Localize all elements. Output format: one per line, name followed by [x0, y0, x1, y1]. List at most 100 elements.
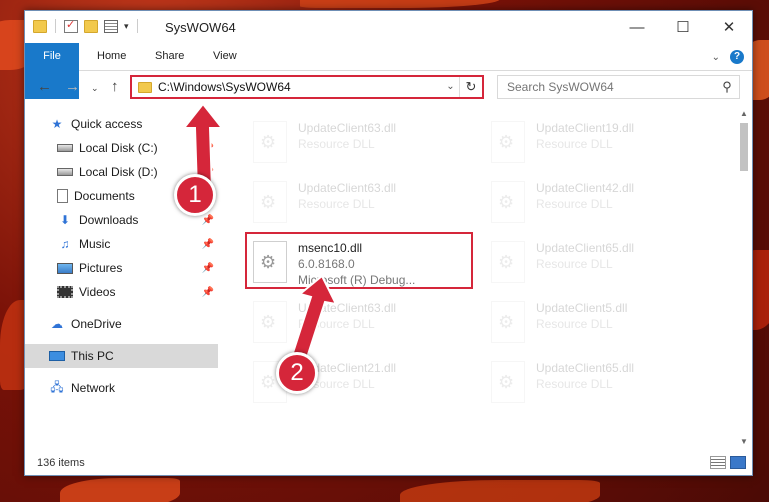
folder-icon	[138, 81, 152, 93]
sidebar-item-this-pc[interactable]: This PC	[25, 344, 218, 368]
file-description: Resource DLL	[536, 137, 613, 151]
dll-file-icon	[491, 181, 525, 223]
item-count: 136 items	[37, 457, 85, 469]
scroll-up-icon[interactable]: ▲	[738, 109, 750, 123]
minimize-button[interactable]: —	[614, 11, 660, 43]
file-item[interactable]: UpdateClient5.dll Resource DLL	[487, 293, 717, 349]
sidebar-item-label: Documents	[74, 189, 135, 203]
file-description: Resource DLL	[298, 317, 375, 331]
file-description: Resource DLL	[298, 137, 375, 151]
refresh-icon[interactable]: ↻	[460, 79, 482, 95]
sidebar-item-music[interactable]: ♫ Music 📌	[25, 232, 218, 256]
file-item[interactable]: UpdateClient63.dll Resource DLL	[249, 113, 479, 169]
dll-file-icon	[491, 121, 525, 163]
sidebar-item-videos[interactable]: Videos 📌	[25, 280, 218, 304]
sidebar-item-onedrive[interactable]: ☁ OneDrive	[25, 312, 218, 336]
star-icon: ★	[51, 117, 63, 131]
vertical-scrollbar[interactable]: ▲ ▼	[738, 109, 750, 451]
status-bar: 136 items	[25, 451, 752, 475]
address-dropdown-icon[interactable]: ⌄	[442, 77, 460, 97]
sidebar-item-label: Downloads	[79, 213, 139, 227]
properties-check-icon[interactable]	[64, 18, 78, 33]
window-controls: — ☐ ✕	[614, 11, 752, 43]
dll-file-icon	[253, 121, 287, 163]
sidebar-item-quick-access[interactable]: ★ Quick access	[25, 112, 218, 136]
dll-file-icon	[491, 301, 525, 343]
help-icon[interactable]: ?	[730, 50, 744, 64]
sidebar-item-label: Local Disk (C:)	[79, 141, 158, 155]
file-description: Resource DLL	[298, 197, 375, 211]
dll-file-icon	[253, 181, 287, 223]
forward-arrow-icon[interactable]: →	[65, 78, 80, 95]
sidebar-item-label: OneDrive	[71, 317, 122, 331]
tab-share[interactable]: Share	[143, 43, 196, 70]
computer-icon	[49, 351, 65, 361]
step-1-badge: 1	[174, 174, 216, 216]
file-name: UpdateClient63.dll	[298, 181, 397, 195]
sidebar-item-label: Local Disk (D:)	[79, 165, 158, 179]
file-item[interactable]: UpdateClient63.dll Resource DLL	[249, 293, 479, 349]
drive-icon	[57, 168, 73, 176]
close-button[interactable]: ✕	[706, 11, 752, 43]
cloud-icon: ☁	[51, 317, 63, 331]
large-icons-view-icon[interactable]	[730, 456, 746, 469]
file-name: UpdateClient63.dll	[298, 301, 397, 315]
customize-toolbar-icon[interactable]: ▾	[124, 21, 129, 32]
pin-icon[interactable]: 📌	[202, 215, 214, 226]
maximize-button[interactable]: ☐	[660, 11, 706, 43]
scroll-down-icon[interactable]: ▼	[738, 437, 750, 451]
dll-file-icon	[253, 301, 287, 343]
pin-icon[interactable]: 📌	[202, 263, 214, 274]
pin-icon[interactable]: 📌	[202, 143, 214, 154]
sidebar-item-label: Videos	[79, 285, 116, 299]
file-item[interactable]: UpdateClient65.dll Resource DLL	[487, 233, 717, 289]
file-name: UpdateClient5.dll	[536, 301, 628, 315]
scroll-thumb[interactable]	[740, 123, 748, 171]
recent-locations-icon[interactable]: ⌄	[91, 83, 99, 94]
documents-icon	[57, 189, 68, 203]
drive-icon	[57, 144, 73, 152]
properties-icon[interactable]	[104, 19, 118, 33]
file-highlight-box	[245, 232, 473, 289]
sidebar-item-pictures[interactable]: Pictures 📌	[25, 256, 218, 280]
ribbon-tabs: File Home Share View ⌄ ?	[25, 43, 752, 99]
file-item[interactable]: UpdateClient19.dll Resource DLL	[487, 113, 717, 169]
pin-icon[interactable]: 📌	[202, 287, 214, 298]
file-name: UpdateClient63.dll	[298, 121, 397, 135]
separator	[136, 19, 138, 33]
search-box[interactable]: ⚲	[497, 75, 740, 99]
dll-file-icon	[491, 361, 525, 403]
file-name: UpdateClient65.dll	[536, 361, 635, 375]
file-description: Resource DLL	[536, 197, 613, 211]
back-arrow-icon[interactable]: ←	[37, 78, 52, 95]
sidebar-item-network[interactable]: 🖧 Network	[25, 376, 218, 400]
download-icon: ⬇	[59, 213, 71, 227]
file-item[interactable]: UpdateClient63.dll Resource DLL	[249, 173, 479, 229]
step-2-badge: 2	[276, 352, 318, 394]
sidebar-item-label: This PC	[71, 349, 114, 363]
search-input[interactable]	[507, 80, 715, 94]
pictures-icon	[57, 262, 73, 274]
file-item[interactable]: UpdateClient42.dll Resource DLL	[487, 173, 717, 229]
title-bar: ▾ SysWOW64 — ☐ ✕	[25, 11, 752, 43]
new-folder-icon[interactable]	[84, 19, 98, 33]
search-icon[interactable]: ⚲	[715, 79, 739, 95]
tab-view[interactable]: View	[201, 43, 249, 70]
address-bar[interactable]: C:\Windows\SysWOW64 ⌄ ↻	[130, 75, 484, 99]
videos-icon	[57, 286, 73, 298]
pin-icon[interactable]: 📌	[202, 239, 214, 250]
file-name: UpdateClient42.dll	[536, 181, 635, 195]
up-arrow-icon[interactable]: ↑	[111, 78, 119, 95]
navigation-pane: ★ Quick access Local Disk (C:) 📌 Local D…	[25, 109, 218, 449]
folder-icon	[33, 19, 47, 33]
tab-home[interactable]: Home	[85, 43, 138, 70]
sidebar-item-label: Music	[79, 237, 111, 251]
sidebar-item-local-disk-c[interactable]: Local Disk (C:) 📌	[25, 136, 218, 160]
file-item[interactable]: UpdateClient65.dll Resource DLL	[487, 353, 717, 409]
details-view-icon[interactable]	[710, 456, 726, 469]
sidebar-item-label: Pictures	[79, 261, 123, 275]
address-path[interactable]: C:\Windows\SysWOW64	[158, 80, 442, 94]
file-description: Resource DLL	[536, 257, 613, 271]
expand-ribbon-icon[interactable]: ⌄	[712, 52, 720, 63]
sidebar-item-label: Quick access	[71, 117, 143, 131]
